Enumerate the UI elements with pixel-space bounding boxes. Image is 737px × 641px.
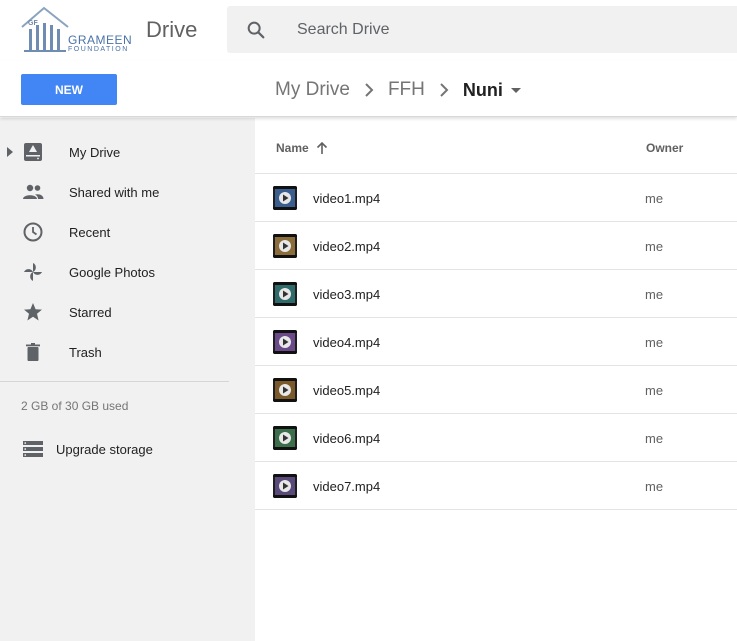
file-list: Name Owner video1.mp4 me video2.mp4 me video… [255,118,737,641]
sidebar-item-shared-with-me[interactable]: Shared with me [0,172,255,212]
sidebar-item-label: Starred [69,304,112,320]
video-file-icon [273,474,297,498]
upgrade-storage-button[interactable]: Upgrade storage [0,433,229,465]
video-file-icon [273,378,297,402]
sidebar-divider [0,381,229,382]
chevron-right-icon [365,83,374,97]
table-row[interactable]: video6.mp4 me [255,414,737,462]
sidebar-item-label: Google Photos [69,264,156,280]
sidebar-item-label: Trash [69,344,102,360]
logo-subtitle: FOUNDATION [68,46,129,53]
table-row[interactable]: video2.mp4 me [255,222,737,270]
video-file-icon [273,330,297,354]
my-drive-icon [24,143,42,161]
list-header: Name Owner [255,118,737,174]
sort-ascending-arrow-icon[interactable] [315,141,329,155]
file-owner: me [645,191,664,206]
search-input[interactable] [297,6,697,53]
pinwheel-icon [24,263,42,281]
logo-initials: GF [28,20,38,27]
app-header: GF GRAMEEN FOUNDATION Drive [0,0,737,60]
file-name: video7.mp4 [313,479,381,494]
app-name[interactable]: Drive [146,17,197,43]
breadcrumb: My Drive FFH Nuni [275,76,523,104]
upgrade-storage-label: Upgrade storage [56,442,153,457]
search-icon[interactable] [245,19,267,41]
breadcrumb-my-drive[interactable]: My Drive [275,79,350,101]
sidebar-item-my-drive[interactable]: My Drive [0,132,255,172]
file-owner: me [645,287,664,302]
sidebar-item-starred[interactable]: Starred [0,292,255,332]
trash-icon [26,343,40,361]
file-owner: me [645,431,664,446]
video-file-icon [273,282,297,306]
video-file-icon [273,234,297,258]
file-owner: me [645,335,664,350]
file-name: video1.mp4 [313,191,381,206]
file-name: video5.mp4 [313,383,381,398]
file-owner: me [645,479,664,494]
star-icon [24,303,42,321]
storage-icon [23,441,43,457]
column-header-owner[interactable]: Owner [646,141,683,155]
video-file-icon [273,186,297,210]
dropdown-caret-icon[interactable] [509,83,523,97]
sidebar-item-recent[interactable]: Recent [0,212,255,252]
table-row[interactable]: video5.mp4 me [255,366,737,414]
file-name: video4.mp4 [313,335,381,350]
sidebar-item-label: Recent [69,224,111,240]
people-icon [23,184,44,199]
sidebar-item-label: My Drive [69,144,121,160]
logo-wordmark: GRAMEEN [68,33,133,47]
search-bar[interactable] [227,6,737,53]
breadcrumb-ffh[interactable]: FFH [388,79,425,101]
sidebar: My Drive Shared with me Recent Google Ph… [0,118,255,641]
table-row[interactable]: video1.mp4 me [255,174,737,222]
sidebar-item-google-photos[interactable]: Google Photos [0,252,255,292]
expand-arrow-icon[interactable] [6,147,14,157]
toolbar: NEW My Drive FFH Nuni [0,60,737,117]
table-row[interactable]: video3.mp4 me [255,270,737,318]
clock-icon [23,222,43,242]
new-button[interactable]: NEW [21,74,117,105]
video-file-icon [273,426,297,450]
chevron-right-icon [440,83,449,97]
sidebar-item-trash[interactable]: Trash [0,332,255,372]
file-name: video3.mp4 [313,287,381,302]
file-name: video2.mp4 [313,239,381,254]
breadcrumb-current-folder[interactable]: Nuni [463,80,503,101]
file-owner: me [645,383,664,398]
sidebar-item-label: Shared with me [69,184,160,200]
file-owner: me [645,239,664,254]
storage-usage-text: 2 GB of 30 GB used [21,399,129,413]
column-header-name[interactable]: Name [276,141,329,155]
file-name: video6.mp4 [313,431,381,446]
column-name-label: Name [276,141,309,155]
table-row[interactable]: video4.mp4 me [255,318,737,366]
table-row[interactable]: video7.mp4 me [255,462,737,510]
grameen-foundation-logo[interactable]: GF GRAMEEN FOUNDATION [20,5,140,55]
